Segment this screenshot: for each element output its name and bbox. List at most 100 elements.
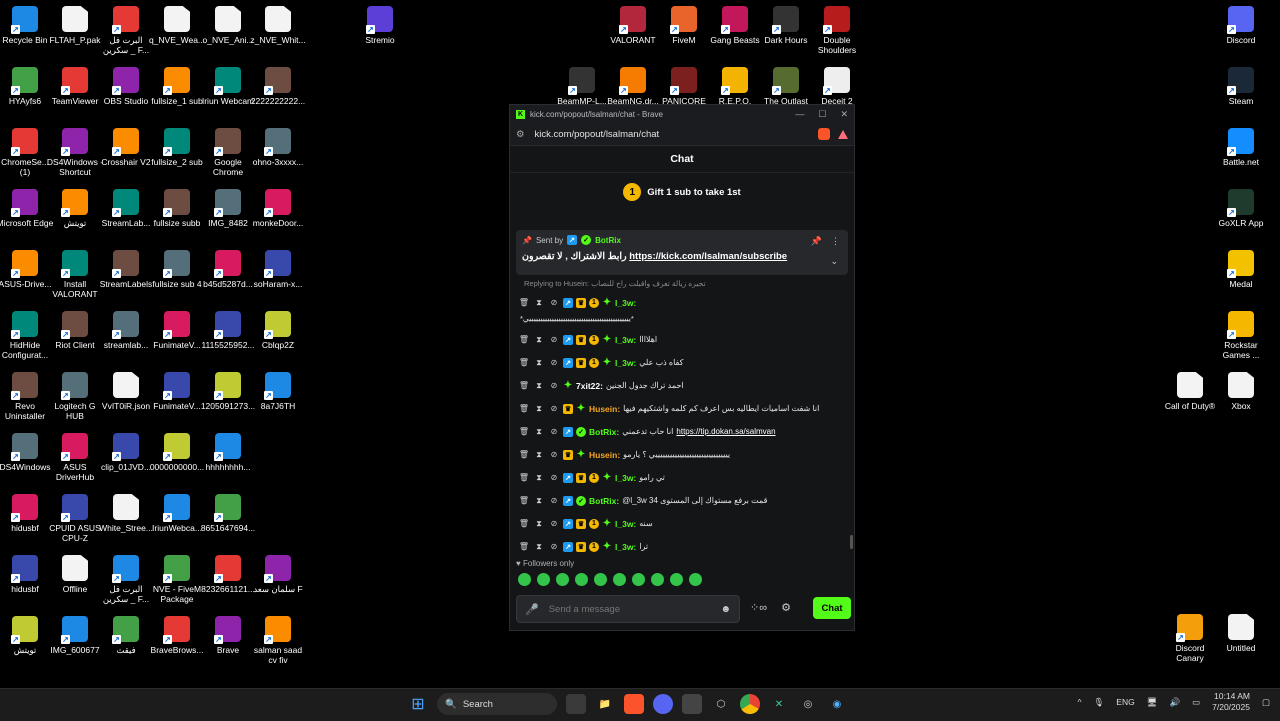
desktop-icon[interactable]: StreamLabels xyxy=(97,250,155,289)
desktop-icon[interactable]: ASUS DriverHub xyxy=(46,433,104,482)
language-indicator[interactable]: ENG xyxy=(1116,697,1134,707)
chat-username[interactable]: 7xit22: xyxy=(576,381,603,391)
chat-messages[interactable]: 🗑 ⧗ ⊘ ↗ ♛ 1 ✦ l_3w: *ييييييييييييييييييي… xyxy=(518,291,848,558)
brave-icon[interactable] xyxy=(624,694,644,714)
chat-message[interactable]: 🗑 ⧗ ⊘ ♛ ✦ Husein: انا شفت اساميات ايطاليه بس ا… xyxy=(518,397,848,420)
desktop-icon[interactable]: IMG_600677 xyxy=(46,616,104,655)
timeout-icon[interactable]: ⧗ xyxy=(533,358,545,368)
desktop-icon[interactable]: Deceit 2 xyxy=(808,67,866,106)
desktop-icon[interactable]: فيقث xyxy=(97,616,155,655)
desktop-icon[interactable]: BeamMP-L... xyxy=(553,67,611,106)
chat-username[interactable]: l_3w: xyxy=(615,519,636,529)
desktop-icon[interactable]: ohno-3xxxx... xyxy=(249,128,307,167)
desktop-icon[interactable]: البرت فل سكرين _ F... xyxy=(97,555,155,604)
store-icon[interactable] xyxy=(682,694,702,714)
emote-row[interactable] xyxy=(518,573,702,586)
file-explorer-icon[interactable]: 📁 xyxy=(595,694,615,714)
url-text[interactable]: kick.com/popout/lsalman/chat xyxy=(535,129,660,140)
battery-icon[interactable]: ▭ xyxy=(1192,697,1200,708)
desktop-icon[interactable]: Xbox xyxy=(1212,372,1270,411)
delete-icon[interactable]: 🗑 xyxy=(518,473,530,482)
desktop-icon[interactable]: GoXLR App xyxy=(1212,189,1270,228)
ban-icon[interactable]: ⊘ xyxy=(548,404,560,413)
desktop-icon[interactable]: Discord xyxy=(1212,6,1270,45)
ban-icon[interactable]: ⊘ xyxy=(548,381,560,390)
chat-message[interactable]: 🗑 ⧗ ⊘ ✦ 7xit22: احمد تراك جدول الجنين xyxy=(518,374,848,397)
ban-icon[interactable]: ⊘ xyxy=(548,542,560,551)
desktop-icon[interactable]: The Outlast xyxy=(757,67,815,106)
obs-icon[interactable]: ◎ xyxy=(798,694,818,714)
desktop-icon[interactable]: Rockstar Games ... xyxy=(1212,311,1270,360)
chrome-icon[interactable] xyxy=(740,694,760,714)
timeout-icon[interactable]: ⧗ xyxy=(533,335,545,345)
emote-icon[interactable] xyxy=(537,573,550,586)
more-options-icon[interactable]: ⋮ xyxy=(831,236,840,247)
desktop-icon[interactable]: DS4Windows - Shortcut xyxy=(46,128,104,177)
tip-link[interactable]: https://tip.dokan.sa/salmvan xyxy=(676,427,775,436)
chat-scrollbar[interactable] xyxy=(850,535,853,549)
desktop-icon[interactable]: FLTAH_P.pak xyxy=(46,6,104,45)
mic-tray-icon[interactable]: 🎙 xyxy=(1094,697,1105,708)
chat-message[interactable]: 🗑 ⧗ ⊘ ↗ ♛ 1 ✦ l_3w: ترا xyxy=(518,535,848,558)
ban-icon[interactable]: ⊘ xyxy=(548,473,560,482)
desktop-icon[interactable]: 8a7J6TH xyxy=(249,372,307,411)
goxlr-icon[interactable]: ✕ xyxy=(769,694,789,714)
ban-icon[interactable]: ⊘ xyxy=(548,519,560,528)
desktop-icon[interactable]: VALORANT xyxy=(604,6,662,45)
desktop-icon[interactable]: TeamViewer xyxy=(46,67,104,106)
chat-message[interactable]: 🗑 ⧗ ⊘ ↗ ✓ BotRix: انا حاب تدعمني https://tip.do… xyxy=(518,420,848,443)
desktop-icon[interactable]: salman saad cv fiv xyxy=(249,616,307,665)
chat-username[interactable]: BotRix: xyxy=(589,496,619,506)
chat-username[interactable]: Husein: xyxy=(589,450,620,460)
desktop-icon[interactable]: Call of Duty® xyxy=(1161,372,1219,411)
emote-icon[interactable] xyxy=(613,573,626,586)
subscribe-link[interactable]: https://kick.com/lsalman/subscribe xyxy=(629,251,787,262)
delete-icon[interactable]: 🗑 xyxy=(518,427,530,436)
ban-icon[interactable]: ⊘ xyxy=(548,450,560,459)
desktop-icon[interactable]: soHaram-x... xyxy=(249,250,307,289)
brave-shield-icon[interactable] xyxy=(818,128,830,140)
timeout-icon[interactable]: ⧗ xyxy=(533,450,545,460)
timeout-icon[interactable]: ⧗ xyxy=(533,542,545,552)
delete-icon[interactable]: 🗑 xyxy=(518,450,530,459)
close-icon[interactable]: ✕ xyxy=(840,109,848,120)
chat-username[interactable]: l_3w: xyxy=(615,335,636,345)
ban-icon[interactable]: ⊘ xyxy=(548,358,560,367)
emote-icon[interactable] xyxy=(651,573,664,586)
desktop-icon[interactable]: FunimateV... xyxy=(148,311,206,350)
chat-username[interactable]: Husein: xyxy=(589,404,620,414)
desktop-icon[interactable]: StreamLab... xyxy=(97,189,155,228)
minimize-icon[interactable]: — xyxy=(795,109,804,120)
desktop-icon[interactable]: Cblqp2Z xyxy=(249,311,307,350)
send-chat-button[interactable]: Chat xyxy=(813,597,851,619)
desktop-icon[interactable]: Dark Hours xyxy=(757,6,815,45)
desktop-icon[interactable]: CPUID ASUS CPU-Z xyxy=(46,494,104,543)
desktop-icon[interactable]: Steam xyxy=(1212,67,1270,106)
desktop-icon[interactable]: Battle.net xyxy=(1212,128,1270,167)
desktop-icon[interactable]: Double Shoulders xyxy=(808,6,866,55)
site-info-icon[interactable]: ⚙ xyxy=(516,129,525,140)
app-icon[interactable]: ⬡ xyxy=(711,694,731,714)
desktop-icon[interactable]: Riot Client xyxy=(46,311,104,350)
chat-username[interactable]: l_3w: xyxy=(615,358,636,368)
ban-icon[interactable]: ⊘ xyxy=(548,335,560,344)
timeout-icon[interactable]: ⧗ xyxy=(533,427,545,437)
pinned-message[interactable]: 📌 Sent by ↗ ✓ BotRix رابط الاشتراك , لا … xyxy=(516,230,848,275)
desktop-icon[interactable]: تويتش xyxy=(46,189,104,228)
ban-icon[interactable]: ⊘ xyxy=(548,427,560,436)
steam-icon[interactable]: ◉ xyxy=(827,694,847,714)
timeout-icon[interactable]: ⧗ xyxy=(533,496,545,506)
emote-icon[interactable] xyxy=(594,573,607,586)
desktop-icon[interactable]: Medal xyxy=(1212,250,1270,289)
desktop-icon[interactable]: 0000000000... xyxy=(148,433,206,472)
browser-popup-window[interactable]: K kick.com/popout/lsalman/chat - Brave —… xyxy=(509,104,855,631)
desktop-icon[interactable]: سلمان سعد F xyxy=(249,555,307,594)
desktop-icon[interactable]: BraveBrows... xyxy=(148,616,206,655)
desktop-icon[interactable]: monkeDoor... xyxy=(249,189,307,228)
desktop-icon[interactable]: PANICORE xyxy=(655,67,713,106)
timeout-icon[interactable]: ⧗ xyxy=(533,519,545,529)
chat-message[interactable]: 🗑 ⧗ ⊘ ↗ ✓ BotRix: @l_3w قمت برفع مستواك إلى ال… xyxy=(518,489,848,512)
desktop-icon[interactable]: BeamNG.dr... xyxy=(604,67,662,106)
desktop-icon[interactable]: FiveM xyxy=(655,6,713,45)
desktop-icon[interactable]: q_NVE_Wea... xyxy=(148,6,206,45)
